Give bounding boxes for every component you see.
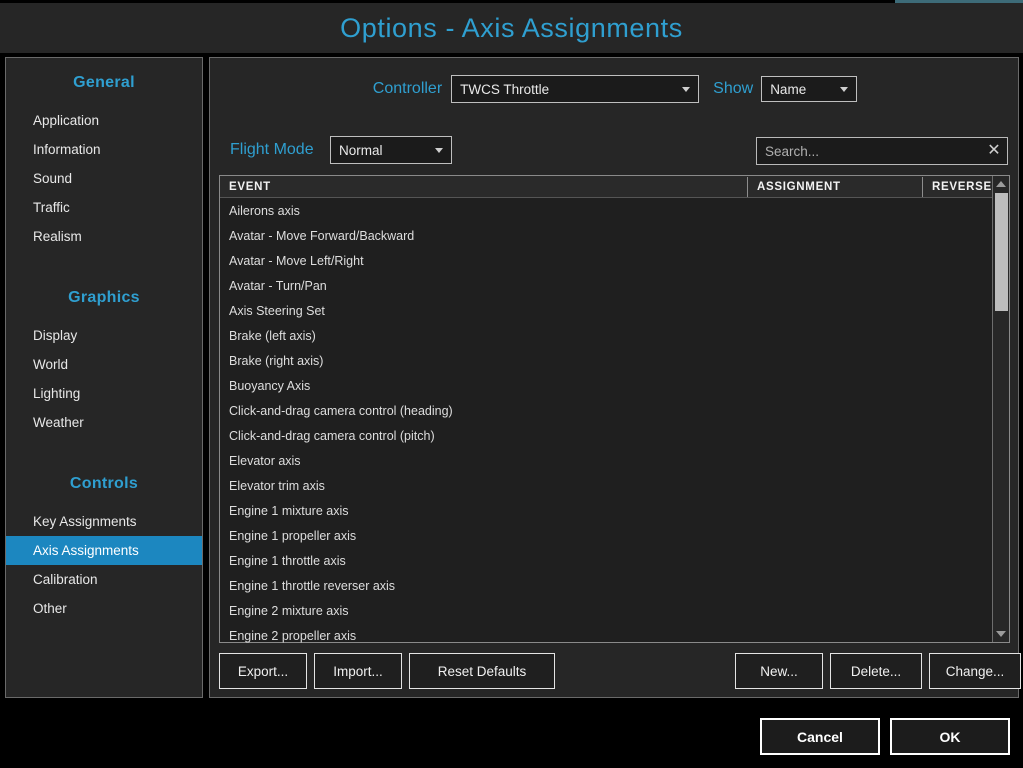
table-row[interactable]: Avatar - Turn/Pan (220, 274, 993, 299)
import-button[interactable]: Import... (314, 653, 402, 689)
table-row[interactable]: Engine 1 throttle reverser axis (220, 574, 993, 599)
clear-search-icon[interactable]: ✕ (981, 143, 1007, 159)
sidebar-item-sound[interactable]: Sound (6, 164, 202, 193)
show-select[interactable]: Name (761, 76, 858, 102)
scroll-down-button[interactable] (993, 626, 1009, 642)
column-header-event[interactable]: EVENT (220, 176, 747, 198)
show-label: Show (713, 80, 754, 97)
table-row[interactable]: Engine 1 propeller axis (220, 524, 993, 549)
sidebar-item-realism[interactable]: Realism (6, 222, 202, 251)
table-row[interactable]: Engine 1 mixture axis (220, 499, 993, 524)
sidebar: General Application Information Sound Traffi… (5, 57, 203, 698)
sidebar-group-title: Graphics (68, 289, 140, 306)
sidebar-item-calibration[interactable]: Calibration (6, 565, 202, 594)
flight-mode-label: Flight Mode (230, 141, 314, 158)
title-bar: Options - Axis Assignments (0, 3, 1023, 53)
sidebar-item-lighting[interactable]: Lighting (6, 379, 202, 408)
table-row[interactable]: Avatar - Move Forward/Backward (220, 224, 993, 249)
sidebar-group-title: General (73, 74, 135, 91)
column-header-reverse[interactable]: REVERSE (923, 176, 993, 198)
flight-mode-select-value: Normal (339, 142, 383, 158)
search-box: ✕ (756, 137, 1008, 165)
sidebar-item-information[interactable]: Information (6, 135, 202, 164)
sidebar-group-title: Controls (69, 475, 139, 492)
table-row[interactable]: Engine 2 propeller axis (220, 624, 993, 643)
dialog-footer: Cancel OK (0, 700, 1023, 768)
delete-button[interactable]: Delete... (830, 653, 922, 689)
table-header: EVENT ASSIGNMENT REVERSE (220, 176, 1009, 198)
scroll-up-button[interactable] (993, 176, 1009, 192)
controller-label: Controller (372, 80, 443, 97)
cancel-button[interactable]: Cancel (760, 718, 880, 755)
table-row[interactable]: Engine 2 mixture axis (220, 599, 993, 624)
show-select-value: Name (770, 81, 807, 97)
triangle-up-icon (996, 181, 1006, 187)
table-row[interactable]: Ailerons axis (220, 199, 993, 224)
flight-mode-select[interactable]: Normal (330, 136, 452, 164)
sidebar-item-display[interactable]: Display (6, 321, 202, 350)
table-row[interactable]: Axis Steering Set (220, 299, 993, 324)
controller-select[interactable]: TWCS Throttle (451, 75, 700, 103)
table-row[interactable]: Click-and-drag camera control (pitch) (220, 424, 993, 449)
reset-defaults-button[interactable]: Reset Defaults (409, 653, 555, 689)
chevron-down-icon (682, 87, 691, 92)
table-row[interactable]: Brake (right axis) (220, 349, 993, 374)
new-button[interactable]: New... (735, 653, 823, 689)
sidebar-item-weather[interactable]: Weather (6, 408, 202, 437)
table-row[interactable]: Engine 1 throttle axis (220, 549, 993, 574)
triangle-down-icon (996, 631, 1006, 637)
change-button[interactable]: Change... (929, 653, 1021, 689)
sidebar-item-other[interactable]: Other (6, 594, 202, 623)
controller-select-value: TWCS Throttle (460, 81, 550, 97)
table-row[interactable]: Brake (left axis) (220, 324, 993, 349)
sidebar-item-key-assignments[interactable]: Key Assignments (6, 507, 202, 536)
assignments-table: EVENT ASSIGNMENT REVERSE Ailerons axis Av… (219, 175, 1010, 643)
controller-row: Controller TWCS Throttle Show Name (210, 73, 1020, 105)
options-dialog: Options - Axis Assignments General Applic… (0, 0, 1023, 768)
search-input[interactable] (757, 143, 981, 159)
table-row[interactable]: Click-and-drag camera control (heading) (220, 399, 993, 424)
ok-button[interactable]: OK (890, 718, 1010, 755)
sidebar-item-world[interactable]: World (6, 350, 202, 379)
sidebar-item-axis-assignments[interactable]: Axis Assignments (6, 536, 202, 565)
table-row[interactable]: Avatar - Move Left/Right (220, 249, 993, 274)
table-body: Ailerons axis Avatar - Move Forward/Backw… (220, 199, 993, 643)
chevron-down-icon (435, 148, 443, 153)
action-button-row: Export... Import... Reset Defaults New..… (210, 653, 1021, 693)
sidebar-item-application[interactable]: Application (6, 106, 202, 135)
export-button[interactable]: Export... (219, 653, 307, 689)
main-panel: Controller TWCS Throttle Show Name Fligh… (209, 57, 1021, 698)
table-row[interactable]: Elevator trim axis (220, 474, 993, 499)
table-row[interactable]: Buoyancy Axis (220, 374, 993, 399)
chevron-down-icon (840, 87, 849, 92)
sidebar-item-traffic[interactable]: Traffic (6, 193, 202, 222)
scrollbar-thumb[interactable] (995, 193, 1008, 311)
column-header-assignment[interactable]: ASSIGNMENT (748, 176, 922, 198)
table-row[interactable]: Elevator axis (220, 449, 993, 474)
page-title: Options - Axis Assignments (340, 12, 683, 43)
vertical-scrollbar[interactable] (992, 176, 1009, 642)
